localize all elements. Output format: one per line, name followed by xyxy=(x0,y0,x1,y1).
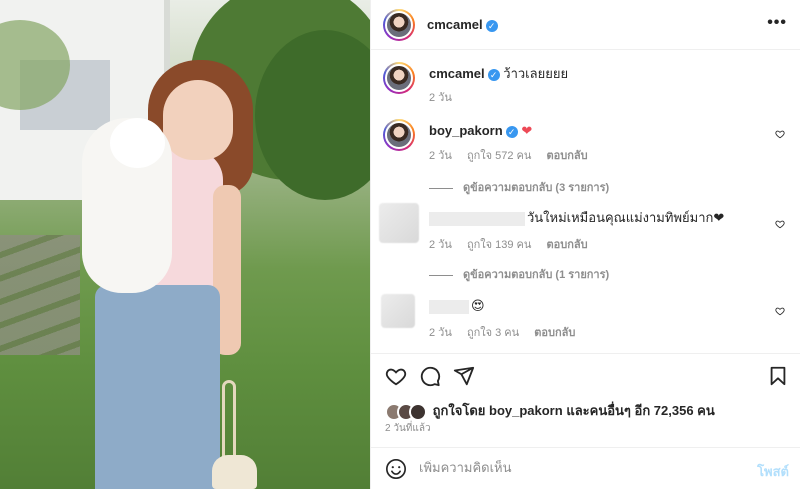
comment-likes[interactable]: ถูกใจ 572 คน xyxy=(467,150,531,162)
like-comment-heart-icon[interactable] xyxy=(775,306,785,316)
add-comment-bar: โพสต์ xyxy=(371,447,800,489)
view-replies-button[interactable]: ดูข้อความตอบกลับ (1 รายการ) xyxy=(429,265,609,283)
likes-user[interactable]: boy_pakorn xyxy=(489,403,563,418)
author-username[interactable]: cmcamel xyxy=(427,17,483,32)
likes-prefix: ถูกใจโดย xyxy=(432,403,486,418)
comment-meta: 2 วัน ถูกใจ 139 คน ตอบกลับ xyxy=(429,235,600,253)
verified-badge-icon: ✓ xyxy=(487,68,500,81)
post-header: cmcamel ✓ ••• xyxy=(371,0,800,50)
comment-avatar-blurred[interactable] xyxy=(379,203,419,243)
more-options-icon[interactable]: ••• xyxy=(767,14,787,32)
view-replies-label: ดูข้อความตอบกลับ (3 รายการ) xyxy=(463,182,610,194)
comment-time: 2 วัน xyxy=(429,150,452,162)
reply-button[interactable]: ตอบกลับ xyxy=(546,239,587,251)
verified-badge-icon: ✓ xyxy=(485,19,498,32)
comment-text: ❤ xyxy=(521,123,533,138)
comment-bubble-icon[interactable] xyxy=(419,365,441,387)
emoji-smiley-icon[interactable] xyxy=(385,458,407,480)
comment-text: 😍 xyxy=(471,298,485,313)
caption-meta: 2 วัน xyxy=(429,88,464,106)
like-heart-icon[interactable] xyxy=(385,365,407,387)
post-photo xyxy=(0,0,370,489)
handbag xyxy=(212,455,257,489)
action-bar xyxy=(371,353,800,397)
comment-body: boy_pakorn ✓ ❤ xyxy=(429,123,769,139)
caption-username[interactable]: cmcamel xyxy=(429,66,485,81)
comment-username-blurred[interactable] xyxy=(429,211,525,226)
caption-text: ว้าวเลยยยย xyxy=(503,66,569,81)
likes-suffix[interactable]: และคนอื่นๆ อีก 72,356 คน xyxy=(566,403,714,418)
comment-username-blurred[interactable] xyxy=(429,299,469,314)
comment-time: 2 วัน xyxy=(429,327,452,339)
likes-summary[interactable]: ถูกใจโดย boy_pakorn และคนอื่นๆ อีก 72,35… xyxy=(385,400,715,421)
comment-time: 2 วัน xyxy=(429,239,452,251)
post-comment-button[interactable]: โพสต์ xyxy=(757,461,789,482)
comment-avatar-blurred[interactable] xyxy=(381,294,415,328)
comment-body: วันใหม่เหมือนคุณแม่งามทิพย์มาก❤ xyxy=(429,210,769,226)
reply-button[interactable]: ตอบกลับ xyxy=(546,150,587,162)
view-replies-label: ดูข้อความตอบกลับ (1 รายการ) xyxy=(463,269,610,281)
post-panel: cmcamel ✓ ••• cmcamel ✓ ว้าวเลยยยย 2 วัน b… xyxy=(370,0,800,489)
dog-head xyxy=(110,118,165,168)
like-comment-heart-icon[interactable] xyxy=(775,219,785,229)
reply-button[interactable]: ตอบกลับ xyxy=(534,327,575,339)
caption-avatar[interactable] xyxy=(383,62,415,94)
girl-face xyxy=(163,80,233,160)
liker-avatars xyxy=(385,402,427,421)
author-avatar[interactable] xyxy=(383,9,415,41)
like-comment-heart-icon[interactable] xyxy=(775,129,785,139)
comment-body: 😍 xyxy=(429,298,769,314)
caption-time: 2 วัน xyxy=(429,92,452,104)
add-comment-input[interactable] xyxy=(419,460,719,475)
comment-meta: 2 วัน ถูกใจ 572 คน ตอบกลับ xyxy=(429,146,600,164)
comment-username[interactable]: boy_pakorn xyxy=(429,123,503,138)
comment-meta: 2 วัน ถูกใจ 3 คน ตอบกลับ xyxy=(429,323,587,341)
girl-jeans xyxy=(95,285,220,489)
garden-path xyxy=(0,235,80,355)
view-replies-button[interactable]: ดูข้อความตอบกลับ (3 รายการ) xyxy=(429,178,609,196)
comment-likes[interactable]: ถูกใจ 139 คน xyxy=(467,239,531,251)
caption-body: cmcamel ✓ ว้าวเลยยยย xyxy=(429,66,769,82)
author-name-wrap: cmcamel ✓ xyxy=(427,17,498,32)
save-bookmark-icon[interactable] xyxy=(767,365,789,387)
comment-avatar[interactable] xyxy=(383,119,415,151)
share-paper-plane-icon[interactable] xyxy=(453,365,475,387)
verified-badge-icon: ✓ xyxy=(505,125,518,138)
comment-text: วันใหม่เหมือนคุณแม่งามทิพย์มาก❤ xyxy=(527,210,725,225)
comments-list: cmcamel ✓ ว้าวเลยยยย 2 วัน boy_pakorn ✓ ❤ … xyxy=(371,51,800,353)
bag-strap xyxy=(222,380,236,460)
posted-date[interactable]: 2 วันที่แล้ว xyxy=(385,421,431,436)
comment-likes[interactable]: ถูกใจ 3 คน xyxy=(467,327,519,339)
